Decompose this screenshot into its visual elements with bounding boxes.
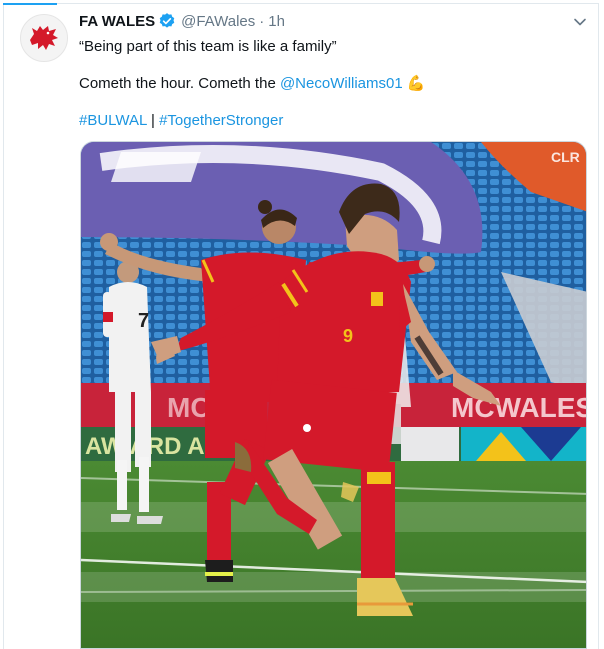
chevron-down-icon[interactable]: [572, 14, 588, 30]
hashtag-link-togetherstronger[interactable]: #TogetherStronger: [159, 112, 283, 129]
tweet-quote: “Being part of this team is like a famil…: [79, 38, 337, 55]
tab-indicator: [3, 3, 57, 5]
dragon-icon: [30, 26, 58, 50]
flexed-biceps-emoji: 💪: [406, 75, 426, 92]
avatar[interactable]: [20, 14, 68, 62]
hashtag-divider: |: [150, 112, 155, 129]
tweet-photo[interactable]: CLR MC MCWALES. AW ARD AD 7 9: [80, 141, 587, 649]
verified-badge-icon: [159, 13, 175, 28]
separator-dot: ·: [259, 12, 265, 30]
tweet-text-prefix: Cometh the hour. Cometh the: [79, 75, 280, 92]
football-celebration-image: CLR MC MCWALES. AW ARD AD 7 9: [81, 142, 586, 648]
mention-link[interactable]: @NecoWilliams01: [280, 75, 403, 92]
hashtag-link-bulwal[interactable]: #BULWAL: [79, 112, 147, 129]
hashtag-line: #BULWAL | #TogetherStronger: [79, 112, 283, 129]
board-text-left: MC: [167, 392, 211, 423]
author-name[interactable]: FA WALES: [79, 13, 155, 30]
shirt-number-main: 9: [343, 326, 353, 346]
timestamp[interactable]: 1h: [268, 13, 285, 30]
tweet-text-line: Cometh the hour. Cometh the @NecoWilliam…: [79, 74, 426, 92]
award-board-text: AW ARD AD: [85, 433, 222, 460]
tweet-header: FA WALES @FAWales · 1h: [79, 12, 285, 30]
shirt-number-white: 7: [138, 310, 149, 332]
svg-text:CLR: CLR: [551, 149, 580, 165]
author-handle[interactable]: @FAWales: [181, 13, 255, 30]
